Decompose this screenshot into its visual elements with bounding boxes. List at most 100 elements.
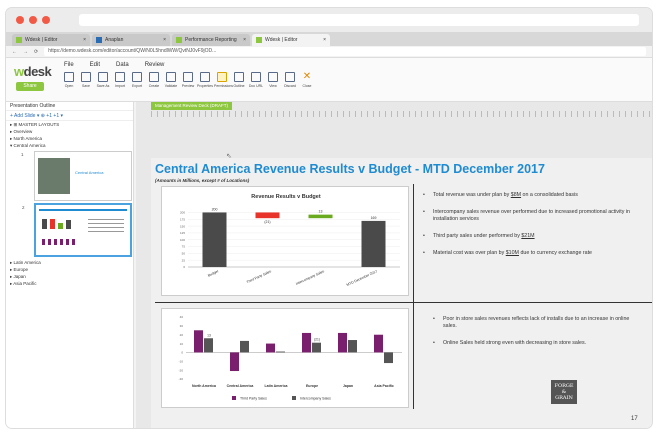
add-slide-toolbar[interactable]: + Add Slide ▾ ⊕ +1 +1 ▾ xyxy=(6,111,133,121)
outline-section[interactable]: ▸ Overview xyxy=(6,128,133,135)
close-tab-icon[interactable]: × xyxy=(323,37,326,43)
outline-title: Presentation Outline xyxy=(6,102,133,111)
toolbar-export-button[interactable]: Export xyxy=(129,72,145,88)
forward-icon[interactable]: → xyxy=(23,49,28,55)
permissions-icon xyxy=(217,72,227,82)
toolbar-import-button[interactable]: Import xyxy=(112,72,128,88)
data-label: (21) xyxy=(264,220,270,224)
toolbar-save-as-button[interactable]: Save As xyxy=(95,72,111,88)
anaplan-icon xyxy=(96,37,102,43)
data-label: 13 xyxy=(319,210,323,214)
view-icon xyxy=(268,72,278,82)
commentary-top[interactable]: Total revenue was under plan by $8M on a… xyxy=(423,192,643,267)
outline-section[interactable]: ▾ Central America xyxy=(6,142,133,149)
toolbar-discard-button[interactable]: Discard xyxy=(282,72,298,88)
bullet-amount: $10M xyxy=(505,250,519,256)
outline-section[interactable]: ▸ ⊞ MASTER LAYOUTS xyxy=(6,121,133,128)
chart-bar xyxy=(276,351,285,353)
data-label: 13 xyxy=(207,333,211,337)
save-as-icon xyxy=(98,72,108,82)
presentation-outline-panel: Presentation Outline + Add Slide ▾ ⊕ +1 … xyxy=(6,102,134,428)
thumbnail-photo xyxy=(38,158,70,194)
y-tick-label: 10 xyxy=(180,342,184,346)
slide-subtitle[interactable]: (Amounts in Millions, except # of Locati… xyxy=(155,178,249,183)
preview-icon xyxy=(183,72,193,82)
toolbar-open-button[interactable]: Open xyxy=(61,72,77,88)
y-tick-label: 200 xyxy=(180,211,185,215)
slide-title[interactable]: Central America Revenue Results v Budget… xyxy=(155,162,545,176)
outline-section[interactable]: ▸ North America xyxy=(6,135,133,142)
x-tick-label: Europe xyxy=(306,384,318,388)
chart-bar xyxy=(194,330,203,353)
close-icon: ✕ xyxy=(302,71,312,82)
tab-label: Anaplan xyxy=(105,37,124,43)
close-window-button[interactable] xyxy=(16,16,24,24)
slide-number: 1 xyxy=(21,152,24,157)
browser-tab[interactable]: Wdesk | Editor × xyxy=(12,34,90,46)
chart-bar xyxy=(230,352,239,372)
toolbar-label: Close xyxy=(302,84,312,88)
toolbar-label: Preview xyxy=(181,84,195,88)
logo-letter: w xyxy=(14,64,24,79)
bullet-item: Poor in store sales revenues reflects la… xyxy=(433,316,633,330)
toolbar-validate-button[interactable]: Validate xyxy=(163,72,179,88)
back-icon[interactable]: ← xyxy=(12,49,17,55)
address-bar: ← → ⟳ https://demo.wdesk.com/editor/acco… xyxy=(6,46,652,58)
toolbar-doc-url-button[interactable]: Doc URL xyxy=(248,72,264,88)
bullet-text: Total revenue was under plan by xyxy=(433,192,511,198)
x-tick-label: Japan xyxy=(343,384,353,388)
menu-file[interactable]: File xyxy=(64,62,74,68)
toolbar-outline-button[interactable]: Outline xyxy=(231,72,247,88)
minimize-window-button[interactable] xyxy=(29,16,37,24)
y-tick-label: 75 xyxy=(182,245,186,249)
chart-bar xyxy=(302,332,311,353)
tab-label: Wdesk | Editor xyxy=(265,37,298,43)
menu-data[interactable]: Data xyxy=(116,62,129,68)
outline-section[interactable]: ▸ Asia Pacific xyxy=(6,280,133,287)
browser-tab-active[interactable]: Wdesk | Editor × xyxy=(252,34,330,46)
bullet-item: Online Sales held strong even with decre… xyxy=(433,340,633,347)
menu-review[interactable]: Review xyxy=(145,62,165,68)
revenue-chart-panel[interactable]: Revenue Results v Budget 0 25 50 75 100 125 150… xyxy=(161,186,409,296)
bullet-text: on a consolidated basis xyxy=(521,192,578,198)
create-icon xyxy=(149,72,159,82)
share-button[interactable]: Share xyxy=(16,82,44,91)
reload-icon[interactable]: ⟳ xyxy=(34,49,38,55)
zoom-window-button[interactable] xyxy=(42,16,50,24)
toolbar-properties-button[interactable]: Properties xyxy=(197,72,213,88)
close-tab-icon[interactable]: × xyxy=(83,37,86,43)
wdesk-icon xyxy=(16,37,22,43)
slide-thumbnail[interactable]: 1 Central America xyxy=(21,151,132,201)
regional-chart-panel[interactable]: -30 -20 -10 0 10 20 30 40 13 North America Central… xyxy=(161,308,409,408)
close-tab-icon[interactable]: × xyxy=(243,37,246,43)
outline-section[interactable]: ▸ Latin America xyxy=(6,259,133,266)
document-tab[interactable]: Management Review Deck (DRAFT) xyxy=(151,102,233,110)
y-tick-label: 40 xyxy=(180,315,184,319)
url-input[interactable]: https://demo.wdesk.com/editor/account/QW… xyxy=(44,47,646,56)
commentary-bottom[interactable]: Poor in store sales revenues reflects la… xyxy=(433,316,633,357)
thumbnail-bar xyxy=(66,220,71,229)
bullet-amount: $21M xyxy=(521,233,535,239)
outline-section[interactable]: ▸ Japan xyxy=(6,273,133,280)
slide-thumbnail-selected[interactable]: 2 xyxy=(22,203,132,257)
toolbar-close-button[interactable]: ✕ Close xyxy=(299,71,315,89)
x-tick-label: Latin America xyxy=(264,384,287,388)
forge-and-grain-logo: FORGE & GRAIN xyxy=(551,380,577,404)
toolbar-label: Open xyxy=(64,84,74,88)
browser-tab[interactable]: Anaplan × xyxy=(92,34,170,46)
bullet-text: Intercompany sales revenue over performe… xyxy=(433,209,630,222)
toolbar-preview-button[interactable]: Preview xyxy=(180,72,196,88)
toolbar-permissions-button[interactable]: Permissions xyxy=(214,72,233,88)
thumbnail-bar xyxy=(50,219,55,229)
toolbar-view-button[interactable]: View xyxy=(265,72,281,88)
close-tab-icon[interactable]: × xyxy=(163,37,166,43)
toolbar-create-button[interactable]: Create xyxy=(146,72,162,88)
toolbar-label: Properties xyxy=(197,84,213,88)
toolbar-label: Doc URL xyxy=(248,84,264,88)
browser-tab[interactable]: Performance Reporting × xyxy=(172,34,250,46)
outline-section[interactable]: ▸ Europe xyxy=(6,266,133,273)
menu-edit[interactable]: Edit xyxy=(90,62,100,68)
slide-canvas[interactable]: Central America Revenue Results v Budget… xyxy=(151,158,652,428)
toolbar-save-button[interactable]: Save xyxy=(78,72,94,88)
chart-bar xyxy=(266,343,275,353)
